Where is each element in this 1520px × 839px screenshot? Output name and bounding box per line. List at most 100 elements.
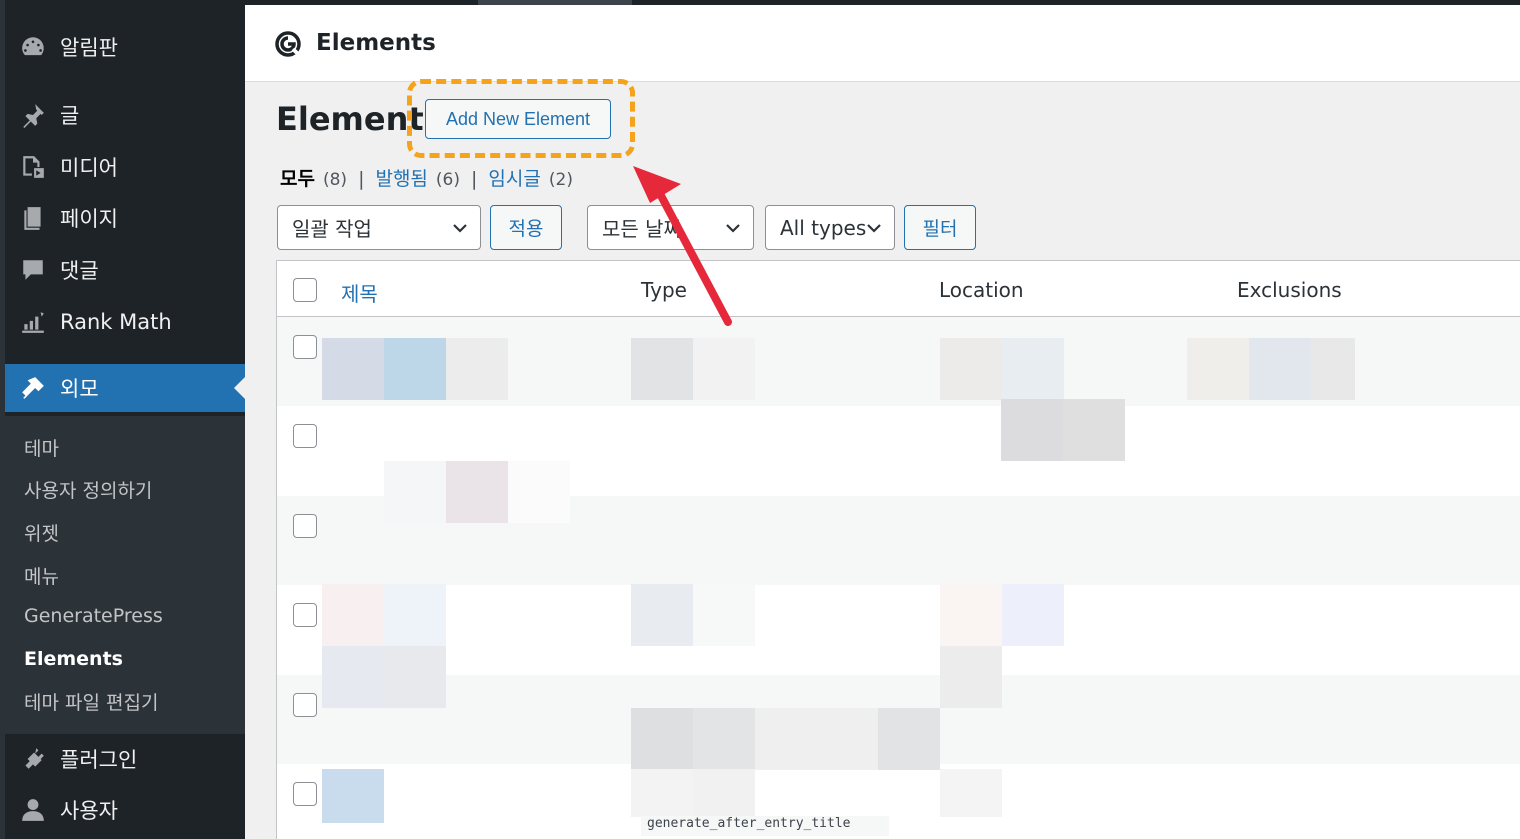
sidebar-item-users[interactable]: 사용자 <box>5 786 245 834</box>
pixel-block <box>940 338 1002 400</box>
sidebar-item-label: 사용자 <box>60 799 118 823</box>
row-checkbox[interactable] <box>293 782 317 806</box>
sidebar-item-label: 글 <box>60 104 80 128</box>
column-title[interactable]: 제목 <box>341 278 378 307</box>
view-published-count: (6) <box>435 170 461 190</box>
pixel-block <box>1002 338 1064 400</box>
pixel-block <box>693 584 755 646</box>
filter-button[interactable]: 필터 <box>904 205 976 250</box>
header-title: Elements <box>316 30 436 56</box>
sidebar-item-plugins[interactable]: 플러그인 <box>5 735 245 783</box>
submenu-item-customize[interactable]: 사용자 정의하기 <box>24 476 152 503</box>
pixel-block <box>940 584 1002 646</box>
pixel-block <box>384 646 446 708</box>
pixel-block <box>322 584 384 646</box>
sidebar-item-posts[interactable]: 글 <box>5 91 245 139</box>
pixel-block <box>384 338 446 400</box>
pages-icon <box>19 204 47 232</box>
row-checkbox[interactable] <box>293 335 317 359</box>
pixel-block <box>1063 399 1125 461</box>
row-checkbox[interactable] <box>293 693 317 717</box>
view-separator: | <box>358 168 365 190</box>
pixel-block <box>631 708 693 770</box>
hook-tooltip: generate_after_entry_title <box>641 816 889 836</box>
sidebar-item-label: Rank Math <box>60 310 172 334</box>
column-location: Location <box>939 278 1024 302</box>
pixel-block <box>446 461 508 523</box>
column-type: Type <box>641 278 687 302</box>
pixel-block <box>693 769 755 817</box>
sidebar-item-media[interactable]: 미디어 <box>5 143 245 191</box>
pixel-block <box>1002 584 1064 646</box>
admin-sidebar: 알림판 글 미디어 페이지 댓글 Rank Math 외모 테마 사용자 정의하… <box>0 0 245 839</box>
pixel-block <box>446 338 508 400</box>
pixel-block <box>322 338 384 400</box>
view-all[interactable]: 모두 <box>280 164 315 191</box>
pixel-block <box>631 584 693 646</box>
view-all-count: (8) <box>322 170 348 190</box>
pixel-block <box>1187 338 1249 400</box>
pixel-block <box>322 769 384 823</box>
row-checkbox[interactable] <box>293 603 317 627</box>
dashboard-icon <box>19 33 47 61</box>
bulk-action-select[interactable]: 일괄 작업 <box>277 205 481 250</box>
appearance-submenu: 테마 사용자 정의하기 위젯 메뉴 GeneratePress Elements… <box>5 416 245 734</box>
row-checkbox[interactable] <box>293 514 317 538</box>
active-indicator <box>234 377 245 399</box>
pixel-block <box>693 708 755 770</box>
pixel-block <box>1001 399 1063 461</box>
view-separator: | <box>471 168 478 190</box>
chevron-down-icon <box>453 224 467 233</box>
submenu-item-elements[interactable]: Elements <box>24 648 123 670</box>
row-checkbox[interactable] <box>293 424 317 448</box>
sidebar-item-appearance[interactable]: 외모 <box>5 364 245 412</box>
generatepress-logo-icon <box>275 31 302 58</box>
plugins-icon <box>19 745 47 773</box>
pixel-block <box>631 769 693 817</box>
type-filter-value: All types <box>780 215 867 240</box>
pixel-block <box>693 338 755 400</box>
sidebar-item-pages[interactable]: 페이지 <box>5 194 245 242</box>
submenu-item-generatepress[interactable]: GeneratePress <box>24 605 163 627</box>
type-filter-select[interactable]: All types <box>765 205 895 250</box>
chevron-down-icon <box>867 224 881 233</box>
pixel-block <box>631 338 693 400</box>
sidebar-item-label: 플러그인 <box>60 748 138 772</box>
pixel-block <box>940 646 1002 708</box>
view-published[interactable]: 발행됨 <box>375 164 427 191</box>
pixel-block <box>1249 338 1311 400</box>
pixel-block <box>878 708 940 770</box>
bulk-action-value: 일괄 작업 <box>292 217 372 241</box>
submenu-item-theme-file-editor[interactable]: 테마 파일 편집기 <box>24 688 158 715</box>
submenu-item-themes[interactable]: 테마 <box>24 434 59 461</box>
submenu-item-widgets[interactable]: 위젯 <box>24 519 59 546</box>
sidebar-item-label: 알림판 <box>60 36 118 60</box>
plugin-header: Elements <box>245 5 1520 82</box>
pixel-block <box>384 461 446 523</box>
chevron-down-icon <box>726 224 740 233</box>
sidebar-item-comments[interactable]: 댓글 <box>5 246 245 294</box>
sidebar-item-label: 미디어 <box>60 156 118 180</box>
pixel-block <box>322 646 384 708</box>
submenu-item-menus[interactable]: 메뉴 <box>24 562 59 589</box>
pixel-block <box>384 584 446 646</box>
column-exclusions: Exclusions <box>1237 278 1342 302</box>
sidebar-item-rank-math[interactable]: Rank Math <box>5 298 245 346</box>
date-filter-select[interactable]: 모든 날짜 <box>587 205 754 250</box>
sidebar-item-dashboard[interactable]: 알림판 <box>5 23 245 71</box>
media-icon <box>19 153 47 181</box>
highlight-annotation <box>407 79 635 158</box>
select-all-checkbox[interactable] <box>293 278 317 302</box>
sidebar-item-label: 페이지 <box>60 207 118 231</box>
apply-button[interactable]: 적용 <box>490 205 562 250</box>
view-drafts[interactable]: 임시글 <box>488 164 540 191</box>
view-drafts-count: (2) <box>548 170 573 190</box>
status-views: 모두 (8) | 발행됨 (6) | 임시글 (2) <box>280 164 573 191</box>
pixel-block <box>508 338 570 400</box>
pixel-block <box>508 461 570 523</box>
comments-icon <box>19 256 47 284</box>
table-row <box>277 764 1520 839</box>
rank-math-icon <box>19 308 47 336</box>
table-row <box>277 585 1520 674</box>
pixel-block <box>940 769 1002 817</box>
